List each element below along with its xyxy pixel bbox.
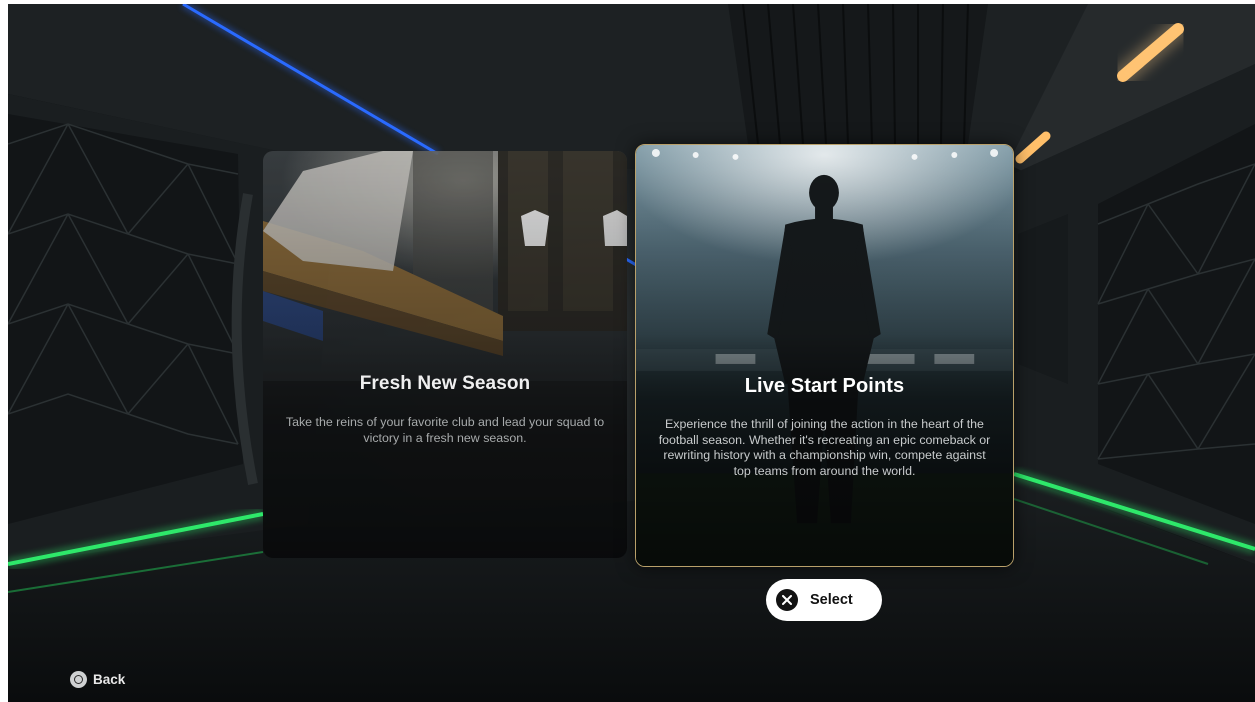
back-button[interactable]: Back	[70, 668, 125, 690]
tunnel-background	[8, 4, 1255, 702]
fresh-new-season-card[interactable]: Fresh New Season Take the reins of your …	[263, 151, 627, 558]
cross-button-icon	[776, 589, 798, 611]
circle-button-icon	[70, 670, 87, 688]
card-title: Live Start Points	[744, 375, 905, 397]
card-title: Fresh New Season	[359, 373, 531, 394]
game-screen: Fresh New Season Take the reins of your …	[8, 4, 1255, 702]
manager-stadium-image	[636, 145, 1013, 566]
back-label: Back	[93, 671, 126, 687]
locker-room-image	[263, 151, 627, 558]
card-description: Take the reins of your favorite club and…	[285, 415, 605, 445]
card-description: Experience the thrill of joining the act…	[658, 417, 991, 478]
select-label: Select	[810, 592, 853, 608]
live-start-points-card[interactable]: Live Start Points Experience the thrill …	[635, 144, 1014, 567]
select-button[interactable]: Select	[766, 579, 882, 621]
